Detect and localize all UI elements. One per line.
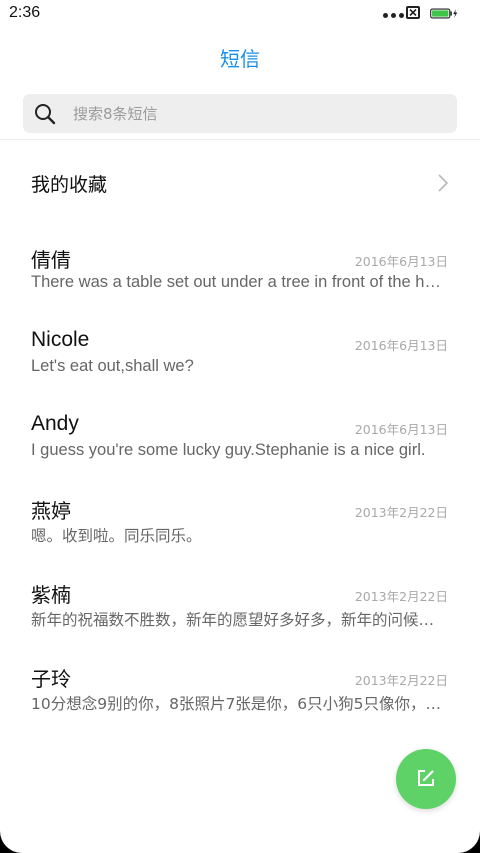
conversation-name: 子玲 [31, 667, 71, 691]
header-divider [0, 139, 480, 140]
messages-screen: 2:36 短信 我的收藏 倩倩 2016年6月13日 There was a [0, 0, 480, 853]
conversation-item[interactable]: Andy 2016年6月13日 I guess you're some luck… [0, 412, 480, 492]
search-input[interactable] [73, 94, 443, 133]
conversation-date: 2016年6月13日 [354, 338, 448, 353]
conversation-item[interactable]: 燕婷 2013年2月22日 嗯。收到啦。同乐同乐。 [0, 495, 480, 575]
compose-icon [418, 770, 434, 786]
compose-button[interactable] [396, 749, 456, 809]
signal-dots-icon [383, 13, 405, 19]
status-bar: 2:36 [0, 0, 480, 28]
favorites-row[interactable]: 我的收藏 [0, 150, 480, 214]
conversation-date: 2013年2月22日 [354, 673, 448, 688]
conversation-item[interactable]: 紫楠 2013年2月22日 新年的祝福数不胜数，新年的愿望好多好多，新年的问候最… [0, 579, 480, 659]
sim-card-icon [406, 6, 420, 19]
conversation-preview: I guess you're some lucky guy.Stephanie … [31, 441, 426, 459]
chevron-right-icon [438, 174, 449, 192]
conversation-name: 紫楠 [31, 583, 71, 607]
favorites-label: 我的收藏 [31, 174, 108, 196]
conversation-preview: 10分想念9别的你，8张照片7张是你，6只小狗5只像你，4季变换 [31, 695, 448, 713]
conversation-item[interactable]: 子玲 2013年2月22日 10分想念9别的你，8张照片7张是你，6只小狗5只像… [0, 663, 480, 743]
conversation-date: 2016年6月13日 [354, 254, 448, 269]
conversation-preview: 嗯。收到啦。同乐同乐。 [31, 527, 202, 545]
search-icon [35, 104, 56, 125]
search-bar[interactable] [23, 94, 457, 133]
conversation-name: 倩倩 [31, 248, 71, 272]
conversation-name: 燕婷 [31, 499, 71, 523]
battery-charging-icon [430, 8, 458, 19]
conversation-preview: 新年的祝福数不胜数，新年的愿望好多好多，新年的问候最真最诚 [31, 611, 448, 629]
conversation-preview: Let's eat out,shall we? [31, 357, 194, 375]
page-title: 短信 [220, 47, 260, 71]
conversation-item[interactable]: 倩倩 2016年6月13日 There was a table set out … [0, 244, 480, 324]
status-time: 2:36 [9, 4, 41, 21]
conversation-name: Nicole [31, 328, 90, 351]
conversation-preview: There was a table set out under a tree i… [31, 273, 448, 291]
conversation-name: Andy [31, 412, 79, 435]
conversation-date: 2013年2月22日 [354, 505, 448, 520]
conversation-date: 2013年2月22日 [354, 589, 448, 604]
conversation-item[interactable]: Nicole 2016年6月13日 Let's eat out,shall we… [0, 328, 480, 408]
conversation-date: 2016年6月13日 [354, 422, 448, 437]
